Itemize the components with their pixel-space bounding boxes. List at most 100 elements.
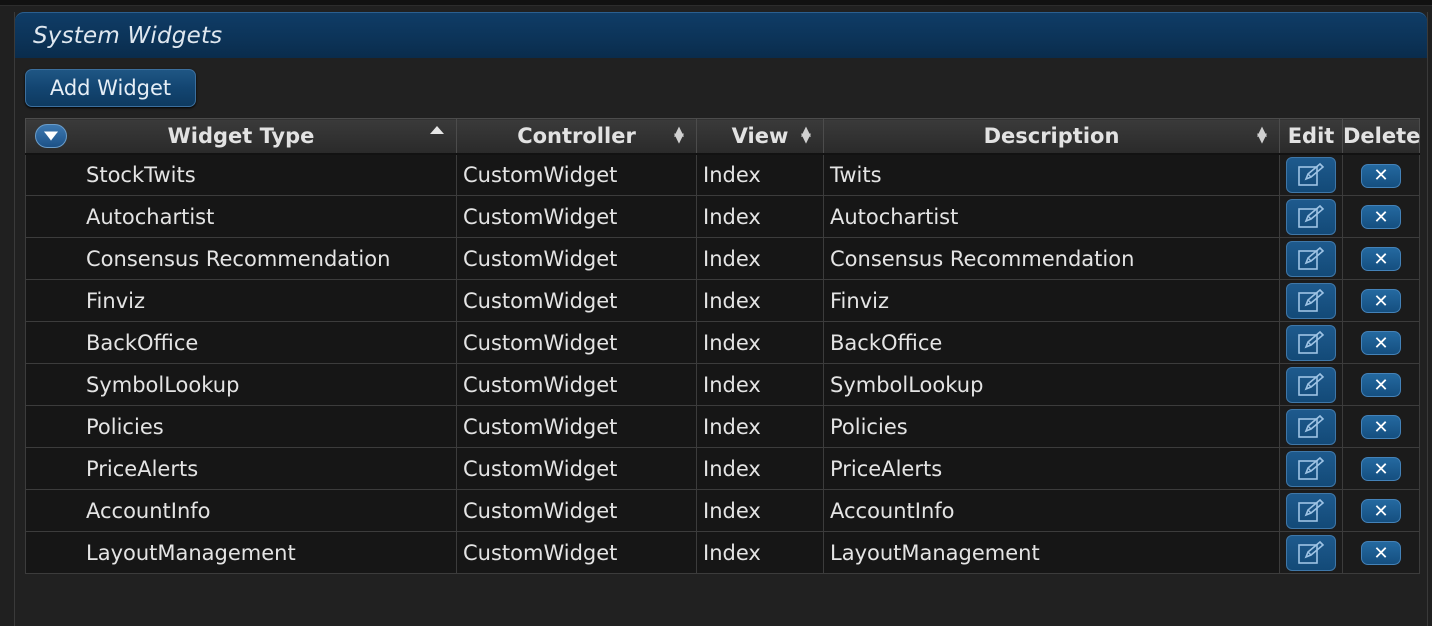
edit-icon[interactable]	[1286, 534, 1336, 571]
cell-view: Index	[696, 363, 824, 406]
grid-body: StockTwits CustomWidget Index Twits ✕ Autocha…	[25, 153, 1420, 574]
table-row[interactable]: BackOffice CustomWidget Index BackOffice ✕	[25, 321, 1420, 364]
table-row[interactable]: Consensus Recommendation CustomWidget Inde…	[25, 237, 1420, 280]
sort-icon[interactable]: ▲ ▼	[801, 125, 811, 145]
cell-widget-type: LayoutManagement	[25, 531, 457, 574]
cell-view: Index	[696, 195, 824, 238]
delete-icon[interactable]: ✕	[1361, 205, 1401, 230]
cell-description: SymbolLookup	[823, 363, 1280, 406]
cell-delete: ✕	[1342, 531, 1420, 574]
cell-controller: CustomWidget	[456, 447, 697, 490]
edit-icon[interactable]	[1286, 450, 1336, 487]
cell-delete: ✕	[1342, 447, 1420, 490]
cell-edit	[1279, 279, 1343, 322]
cell-widget-type: Consensus Recommendation	[25, 237, 457, 280]
column-header-label: Controller	[517, 123, 636, 148]
table-row[interactable]: LayoutManagement CustomWidget Index LayoutM…	[25, 531, 1420, 574]
column-header-controller[interactable]: Controller ▲ ▼	[456, 118, 697, 155]
table-row[interactable]: Autochartist CustomWidget Index Autochartis…	[25, 195, 1420, 238]
column-header-label: Edit	[1287, 123, 1335, 148]
cell-controller: CustomWidget	[456, 363, 697, 406]
cell-view: Index	[696, 153, 824, 196]
cell-controller: CustomWidget	[456, 489, 697, 532]
table-row[interactable]: StockTwits CustomWidget Index Twits ✕	[25, 153, 1420, 196]
widgets-grid: Widget Type Controller ▲ ▼ View ▲ ▼ Descri…	[25, 118, 1420, 574]
grid-header-row: Widget Type Controller ▲ ▼ View ▲ ▼ Descri…	[25, 118, 1421, 155]
edit-icon[interactable]	[1286, 240, 1336, 277]
column-header-view[interactable]: View ▲ ▼	[696, 118, 824, 155]
cell-description: LayoutManagement	[823, 531, 1280, 574]
cell-description: BackOffice	[823, 321, 1280, 364]
column-header-label: Description	[983, 123, 1120, 148]
cell-description: PriceAlerts	[823, 447, 1280, 490]
edit-icon-svg	[1298, 372, 1325, 396]
window-top-strip	[0, 0, 1432, 6]
edit-icon-svg	[1298, 540, 1325, 564]
delete-icon[interactable]: ✕	[1361, 541, 1401, 566]
cell-delete: ✕	[1342, 237, 1420, 280]
table-row[interactable]: PriceAlerts CustomWidget Index PriceAlerts ✕	[25, 447, 1420, 490]
cell-controller: CustomWidget	[456, 195, 697, 238]
cell-widget-type: Finviz	[25, 279, 457, 322]
cell-widget-type: SymbolLookup	[25, 363, 457, 406]
edit-icon-svg	[1298, 498, 1325, 522]
edit-icon[interactable]	[1286, 366, 1336, 403]
column-header-description[interactable]: Description ▲ ▼	[823, 118, 1280, 155]
edit-icon[interactable]	[1286, 198, 1336, 235]
delete-icon[interactable]: ✕	[1361, 163, 1401, 188]
edit-icon[interactable]	[1286, 324, 1336, 361]
cell-widget-type: AccountInfo	[25, 489, 457, 532]
edit-icon-svg	[1298, 288, 1325, 312]
cell-delete: ✕	[1342, 363, 1420, 406]
delete-icon[interactable]: ✕	[1361, 373, 1401, 398]
sort-icon[interactable]: ▲ ▼	[1257, 125, 1267, 145]
table-row[interactable]: AccountInfo CustomWidget Index AccountInfo ✕	[25, 489, 1420, 532]
add-widget-button[interactable]: Add Widget	[25, 69, 196, 107]
cell-description: Twits	[823, 153, 1280, 196]
edit-icon-svg	[1298, 246, 1325, 270]
column-header-label: Widget Type	[167, 123, 315, 148]
column-header-delete: Delete	[1342, 118, 1421, 155]
edit-icon[interactable]	[1286, 282, 1336, 319]
column-header-label: View	[731, 123, 789, 148]
cell-controller: CustomWidget	[456, 279, 697, 322]
cell-edit	[1279, 489, 1343, 532]
cell-controller: CustomWidget	[456, 153, 697, 196]
cell-controller: CustomWidget	[456, 237, 697, 280]
delete-icon[interactable]: ✕	[1361, 289, 1401, 314]
cell-delete: ✕	[1342, 321, 1420, 364]
cell-delete: ✕	[1342, 489, 1420, 532]
cell-delete: ✕	[1342, 195, 1420, 238]
cell-edit	[1279, 237, 1343, 280]
delete-icon[interactable]: ✕	[1361, 415, 1401, 440]
cell-edit	[1279, 447, 1343, 490]
table-row[interactable]: SymbolLookup CustomWidget Index SymbolLooku…	[25, 363, 1420, 406]
edit-icon[interactable]	[1286, 156, 1336, 193]
cell-view: Index	[696, 447, 824, 490]
cell-edit	[1279, 363, 1343, 406]
sort-icon[interactable]: ▲ ▼	[674, 125, 684, 145]
column-header-label: Delete	[1343, 123, 1421, 148]
edit-icon-svg	[1298, 456, 1325, 480]
delete-icon[interactable]: ✕	[1361, 457, 1401, 482]
column-header-widget-type[interactable]: Widget Type	[25, 118, 457, 155]
delete-icon[interactable]: ✕	[1361, 499, 1401, 524]
cell-edit	[1279, 405, 1343, 448]
table-row[interactable]: Policies CustomWidget Index Policies ✕	[25, 405, 1420, 448]
delete-icon[interactable]: ✕	[1361, 247, 1401, 272]
edit-icon[interactable]	[1286, 492, 1336, 529]
cell-delete: ✕	[1342, 153, 1420, 196]
panel-title: System Widgets	[33, 22, 223, 49]
edit-icon-svg	[1298, 414, 1325, 438]
edit-icon[interactable]	[1286, 408, 1336, 445]
sort-ascending-icon[interactable]	[430, 126, 444, 134]
delete-icon[interactable]: ✕	[1361, 331, 1401, 356]
cell-view: Index	[696, 321, 824, 364]
cell-controller: CustomWidget	[456, 405, 697, 448]
table-row[interactable]: Finviz CustomWidget Index Finviz ✕	[25, 279, 1420, 322]
edit-icon-svg	[1298, 162, 1325, 186]
filter-icon[interactable]	[35, 124, 67, 148]
system-widgets-panel: System Widgets Add Widget Widget Type Co…	[14, 12, 1428, 626]
cell-description: Finviz	[823, 279, 1280, 322]
cell-view: Index	[696, 279, 824, 322]
